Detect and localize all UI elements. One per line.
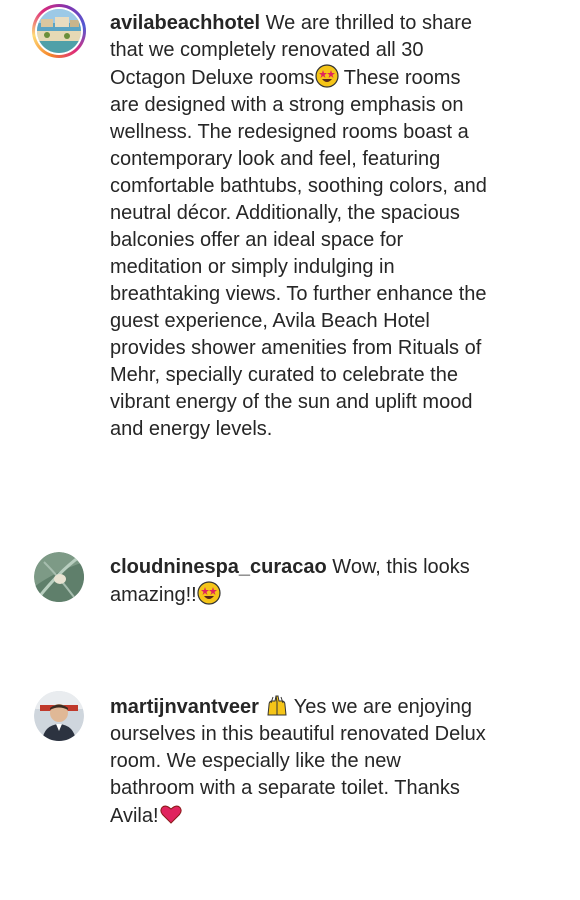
- username-link[interactable]: cloudninespa_curacao: [110, 556, 327, 578]
- avatar-cloudninespa-curacao[interactable]: [32, 552, 86, 606]
- hotel-beach-photo: [37, 9, 81, 53]
- story-ring: [32, 4, 86, 58]
- avatar-avilabeachhotel[interactable]: [32, 4, 86, 58]
- red-heart-emoji-icon: [159, 805, 182, 824]
- comment-body: cloudninespa_curacao Wow, this looks ama…: [110, 554, 490, 609]
- username-link[interactable]: martijnvantveer: [110, 696, 259, 718]
- comment-text-continued: These rooms are designed with a strong e…: [110, 67, 487, 440]
- comment-cloudninespa-curacao: cloudninespa_curacao Wow, this looks ama…: [32, 552, 552, 609]
- comment-body: avilabeachhotel We are thrilled to share…: [110, 10, 490, 443]
- comment-avilabeachhotel: avilabeachhotel We are thrilled to share…: [32, 4, 552, 443]
- star-struck-emoji-icon: [314, 64, 339, 88]
- comment-body: martijnvantveer Yes we are enjoying ours…: [110, 693, 490, 830]
- comment-martijnvantveer: martijnvantveer Yes we are enjoying ours…: [32, 691, 552, 830]
- username-link[interactable]: avilabeachhotel: [110, 12, 260, 34]
- avatar-martijnvantveer[interactable]: [32, 691, 86, 745]
- star-struck-emoji-icon: [197, 581, 221, 605]
- person-photo: [34, 691, 84, 741]
- raising-hands-emoji-icon: [266, 695, 287, 716]
- leaf-photo: [34, 552, 84, 602]
